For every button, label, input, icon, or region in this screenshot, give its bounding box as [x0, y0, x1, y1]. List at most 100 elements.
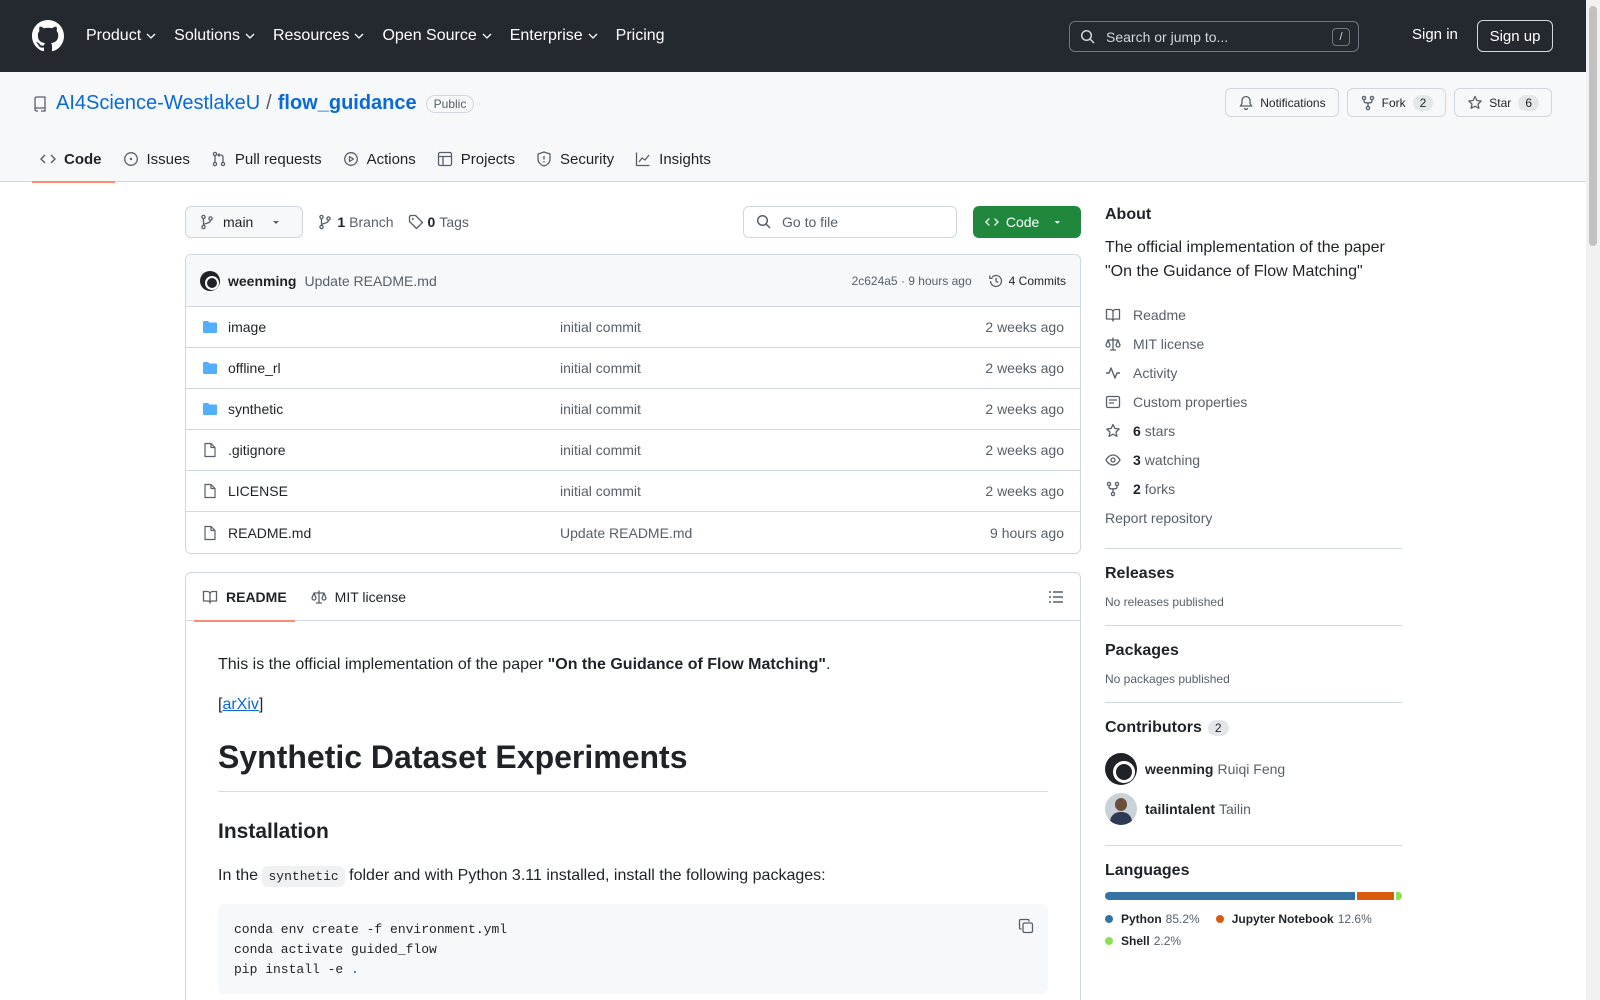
table-icon [437, 151, 452, 167]
language-bar-segment [1105, 892, 1355, 900]
fork-button[interactable]: Fork 2 [1346, 88, 1447, 117]
commits-link[interactable]: 4 Commits [988, 273, 1066, 289]
sidebar-link-mit-license[interactable]: MIT license [1105, 329, 1402, 358]
file-commit-message[interactable]: initial commit [560, 442, 985, 458]
branches-link[interactable]: 1 Branch [317, 214, 394, 230]
file-icon [204, 525, 216, 540]
folder-icon [203, 403, 217, 415]
file-commit-date: 2 weeks ago [985, 401, 1064, 417]
file-commit-message[interactable]: Update README.md [560, 525, 990, 541]
sidebar-link-readme[interactable]: Readme [1105, 300, 1402, 329]
code-download-button[interactable]: Code [973, 206, 1081, 238]
history-icon [988, 274, 1002, 287]
commit-author-link[interactable]: weenming [228, 273, 296, 289]
file-name-link[interactable]: image [228, 319, 560, 335]
sidebar-link-activity[interactable]: Activity [1105, 358, 1402, 387]
sidebar-link-forks[interactable]: 2 forks [1105, 474, 1402, 503]
tab-actions[interactable]: Actions [335, 136, 429, 182]
tab-projects[interactable]: Projects [429, 136, 528, 182]
latest-commit-bar: weenming Update README.md 2c624a5 · 9 ho… [186, 255, 1080, 307]
file-commit-message[interactable]: initial commit [560, 483, 985, 499]
pulse-icon [1106, 366, 1120, 379]
nav-resources[interactable]: Resources [273, 27, 364, 45]
chevron-down-icon [245, 33, 255, 39]
code-line: pip install -e . [234, 961, 359, 977]
nav-pricing[interactable]: Pricing [616, 27, 665, 45]
file-row[interactable]: synthetic initial commit 2 weeks ago [186, 389, 1080, 430]
bell-icon [1239, 95, 1253, 110]
file-commit-message[interactable]: initial commit [560, 319, 985, 335]
sidebar-link-stars[interactable]: 6 stars [1105, 416, 1402, 445]
file-list: weenming Update README.md 2c624a5 · 9 ho… [185, 254, 1081, 554]
search-input[interactable]: Search or jump to... / [1069, 21, 1359, 52]
sidebar-link-watching[interactable]: 3 watching [1105, 445, 1402, 474]
sidebar-link-custom-properties[interactable]: Custom properties [1105, 387, 1402, 416]
file-row[interactable]: README.md Update README.md 9 hours ago [186, 512, 1080, 553]
file-commit-date: 9 hours ago [990, 524, 1064, 541]
file-name-link[interactable]: .gitignore [228, 442, 560, 458]
avatar[interactable] [200, 270, 220, 291]
caret-down-icon [273, 221, 280, 224]
tab-security[interactable]: Security [528, 136, 627, 182]
file-row[interactable]: image initial commit 2 weeks ago [186, 307, 1080, 348]
file-name-link[interactable]: offline_rl [228, 360, 560, 376]
star-button[interactable]: Star 6 [1454, 88, 1552, 117]
file-icon [204, 442, 216, 458]
star-icon [1468, 95, 1483, 109]
language-color-dot [1215, 915, 1224, 923]
contributors-title[interactable]: Contributors 2 [1105, 719, 1402, 737]
commit-message-link[interactable]: Update README.md [304, 273, 436, 289]
nav-solutions[interactable]: Solutions [174, 27, 255, 45]
file-row[interactable]: .gitignore initial commit 2 weeks ago [186, 430, 1080, 471]
avatar[interactable] [1105, 793, 1137, 825]
contributor-item[interactable]: weenming Ruiqi Feng [1105, 749, 1402, 789]
language-list: Python 85.2% Jupyter Notebook 12.6% Shell 2.2… [1105, 908, 1402, 952]
packages-title[interactable]: Packages [1105, 642, 1402, 660]
code-icon [40, 154, 56, 164]
list-icon[interactable] [1048, 589, 1064, 605]
file-name-link[interactable]: README.md [228, 525, 560, 541]
releases-title[interactable]: Releases [1105, 565, 1402, 583]
avatar[interactable] [1105, 753, 1137, 785]
file-type-icon [202, 525, 218, 541]
notifications-button[interactable]: Notifications [1225, 88, 1339, 117]
tab-readme[interactable]: README [194, 573, 295, 622]
code-icon [985, 218, 999, 226]
file-commit-message[interactable]: initial commit [560, 401, 985, 417]
tab-insights[interactable]: Insights [627, 136, 724, 182]
repo-owner-link[interactable]: AI4Science-WestlakeU [56, 92, 260, 115]
nav-product[interactable]: Product [86, 27, 156, 45]
report-repository-link[interactable]: Report repository [1105, 503, 1402, 532]
repo-name-link[interactable]: flow_guidance [278, 92, 417, 115]
language-item[interactable]: Jupyter Notebook 12.6% [1215, 908, 1372, 930]
arxiv-link[interactable]: arXiv [222, 696, 258, 713]
sign-up-button[interactable]: Sign up [1477, 20, 1553, 52]
tab-license[interactable]: MIT license [311, 573, 406, 621]
nav-enterprise[interactable]: Enterprise [510, 27, 598, 45]
readme-intro: This is the official implementation of t… [218, 656, 831, 673]
code-line: conda activate guided_flow [234, 941, 437, 957]
contributor-item[interactable]: tailintalent Tailin [1105, 789, 1402, 829]
page-scrollbar[interactable] [1586, 0, 1600, 1000]
language-item[interactable]: Python 85.2% [1105, 908, 1200, 930]
file-row[interactable]: LICENSE initial commit 2 weeks ago [186, 471, 1080, 512]
file-commit-message[interactable]: initial commit [560, 360, 985, 376]
tab-pull-requests[interactable]: Pull requests [203, 136, 335, 182]
file-name-link[interactable]: synthetic [228, 401, 560, 417]
chevron-down-icon [146, 33, 156, 39]
copy-icon[interactable] [1018, 918, 1034, 934]
language-item[interactable]: Shell 2.2% [1105, 930, 1181, 952]
tags-link[interactable]: 0 Tags [408, 214, 469, 230]
tab-issues[interactable]: Issues [115, 136, 203, 182]
file-name-link[interactable]: LICENSE [228, 483, 560, 499]
scrollbar-thumb[interactable] [1589, 6, 1597, 246]
file-row[interactable]: offline_rl initial commit 2 weeks ago [186, 348, 1080, 389]
sign-in-link[interactable]: Sign in [1412, 26, 1458, 43]
branch-select-button[interactable]: main [185, 206, 304, 238]
tab-code[interactable]: Code [32, 136, 115, 183]
releases-empty: No releases published [1105, 595, 1224, 609]
go-to-file-input[interactable]: Go to file [743, 206, 957, 238]
github-logo-icon[interactable] [32, 20, 64, 52]
nav-open-source[interactable]: Open Source [382, 27, 492, 45]
commit-meta[interactable]: 2c624a5 · 9 hours ago [852, 274, 972, 288]
